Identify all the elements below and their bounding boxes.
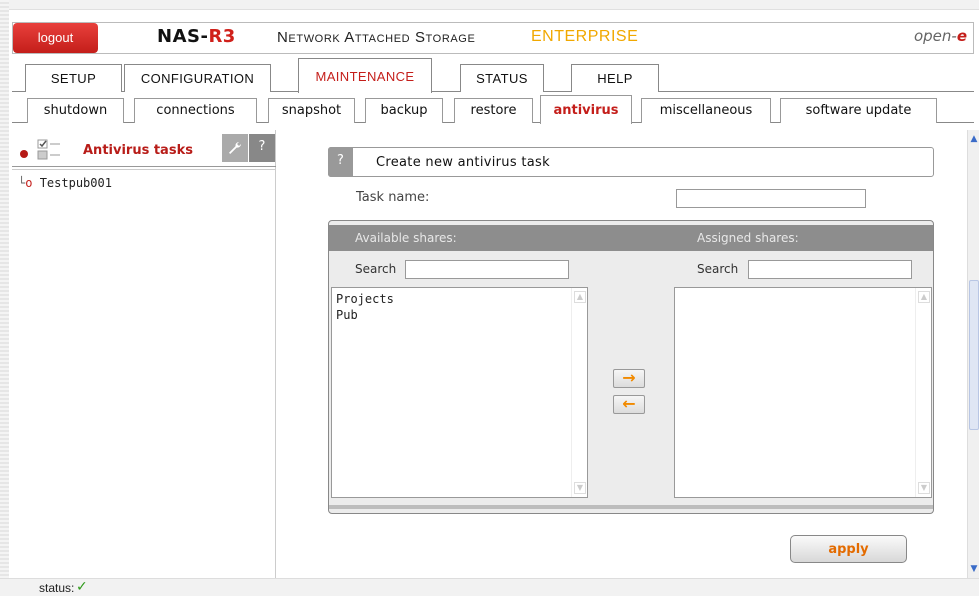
window-top-edge (0, 0, 979, 10)
subtab-restore[interactable]: restore (454, 98, 533, 123)
task-name-input[interactable] (676, 189, 866, 208)
subtab-antivirus[interactable]: antivirus (540, 95, 632, 124)
subtab-backup[interactable]: backup (365, 98, 443, 123)
add-share-arrow-icon[interactable]: → (613, 369, 645, 388)
scroll-up-icon[interactable]: ▲ (969, 132, 979, 146)
tab-help[interactable]: HELP (571, 64, 659, 92)
sidebar-help-icon[interactable]: ? (249, 134, 275, 162)
assigned-shares-label: Assigned shares: (697, 231, 799, 245)
task-name-label: Task name: (356, 190, 430, 205)
available-shares-list[interactable]: Projects Pub ▲ ▼ (331, 287, 588, 498)
available-list-scrollbar[interactable]: ▲ ▼ (571, 288, 587, 497)
wrench-icon[interactable] (222, 134, 248, 162)
tree-node-icon: o (25, 176, 33, 190)
list-item[interactable]: Projects (332, 291, 587, 307)
vendor-suffix: e (956, 27, 967, 45)
check-icon: ✓ (76, 579, 88, 595)
vendor-prefix: open- (913, 27, 957, 45)
scroll-down-icon[interactable]: ▼ (918, 482, 930, 494)
brand-suffix: R3 (208, 26, 236, 47)
logout-button[interactable]: logout (13, 23, 98, 53)
vendor-logo: open-e (914, 27, 967, 45)
scroll-down-icon[interactable]: ▼ (574, 482, 586, 494)
tab-maintenance[interactable]: MAINTENANCE (298, 58, 432, 93)
subtab-connections[interactable]: connections (134, 98, 257, 123)
scrollbar-thumb[interactable] (969, 280, 979, 430)
scroll-up-icon[interactable]: ▲ (918, 291, 930, 303)
apply-button[interactable]: apply (790, 535, 907, 563)
brand-logo: NAS-R3 (157, 26, 236, 47)
active-indicator-dot (20, 150, 28, 158)
product-name: Network Attached Storage (277, 29, 476, 46)
available-search-input[interactable] (405, 260, 569, 279)
task-sidebar (12, 130, 276, 578)
page-scrollbar[interactable]: ▲ ▼ (967, 130, 979, 578)
available-shares-label: Available shares: (355, 231, 457, 245)
form-help-icon[interactable]: ? (328, 147, 353, 177)
remove-share-arrow-icon[interactable]: ← (613, 395, 645, 414)
tree-item-testpub001[interactable]: └o Testpub001 (18, 176, 112, 190)
task-list-icon (37, 139, 60, 160)
assigned-shares-list[interactable]: ▲ ▼ (674, 287, 932, 498)
scroll-down-icon[interactable]: ▼ (969, 562, 979, 576)
assigned-list-scrollbar[interactable]: ▲ ▼ (915, 288, 931, 497)
subtab-shutdown[interactable]: shutdown (27, 98, 124, 123)
tab-configuration[interactable]: CONFIGURATION (124, 64, 271, 92)
assigned-search-label: Search (697, 262, 739, 276)
subtab-miscellaneous[interactable]: miscellaneous (641, 98, 771, 123)
subtab-software-update[interactable]: software update (780, 98, 937, 123)
status-label: status: (39, 581, 75, 595)
brand-prefix: NAS- (157, 26, 209, 47)
scroll-up-icon[interactable]: ▲ (574, 291, 586, 303)
list-item[interactable]: Pub (332, 307, 587, 323)
assigned-search-input[interactable] (748, 260, 912, 279)
shares-footer (329, 505, 933, 509)
window-left-edge (0, 0, 9, 596)
form-title: Create new antivirus task (376, 155, 550, 170)
available-search-label: Search (355, 262, 397, 276)
status-bar (0, 578, 979, 596)
sidebar-divider (12, 166, 276, 170)
edition-label: ENTERPRISE (531, 28, 639, 45)
tab-setup[interactable]: SETUP (25, 64, 122, 92)
sidebar-title: Antivirus tasks (83, 143, 193, 158)
tree-item-label: Testpub001 (39, 176, 112, 190)
tab-status[interactable]: STATUS (460, 64, 544, 92)
subtab-snapshot[interactable]: snapshot (268, 98, 355, 123)
